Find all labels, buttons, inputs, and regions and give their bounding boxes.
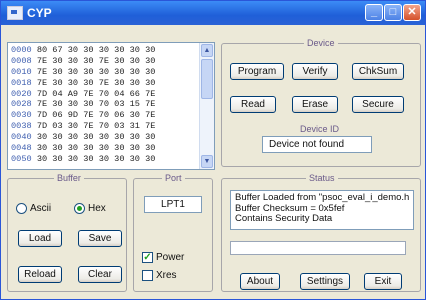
read-button[interactable]: Read	[230, 96, 276, 113]
hex-line: 0050 30 30 30 30 30 30 30 30	[11, 154, 199, 165]
hex-address: 0048	[11, 143, 32, 154]
buffer-group: Buffer Ascii Hex Load Save Reload Clear	[7, 173, 127, 292]
minimize-button[interactable]: _	[365, 4, 383, 21]
save-button[interactable]: Save	[78, 230, 122, 247]
device-group: Device Program Verify ChkSum Read Erase …	[221, 38, 421, 167]
hex-line: 0048 30 30 30 30 30 30 30 30	[11, 143, 199, 154]
hex-label: Hex	[88, 203, 106, 214]
hex-bytes: 30 30 30 30 30 30 30 30	[36, 153, 156, 164]
hex-bytes: 7E 30 30 30 30 30 30 30	[36, 66, 156, 77]
clear-button[interactable]: Clear	[78, 266, 122, 283]
hex-lines: 0000 80 67 30 30 30 30 30 30 0008 7E 30 3…	[11, 45, 199, 165]
hex-line: 0020 7D 04 A9 7E 70 04 66 7E	[11, 89, 199, 100]
hex-bytes: 30 30 30 30 30 30 30 30	[36, 143, 156, 154]
status-legend: Status	[306, 173, 338, 183]
hex-buffer-view[interactable]: 0000 80 67 30 30 30 30 30 30 0008 7E 30 3…	[7, 42, 215, 170]
hex-bytes: 7E 30 30 30 70 03 15 7E	[36, 99, 156, 110]
hex-line: 0028 7E 30 30 30 70 03 15 7E	[11, 99, 199, 110]
xres-checkbox[interactable]	[142, 270, 153, 281]
hex-address: 0010	[11, 66, 32, 77]
hex-scrollbar[interactable]: ▲ ▼	[199, 43, 214, 169]
hex-line: 0018 7E 30 30 30 7E 30 30 30	[11, 78, 199, 89]
hex-line: 0030 7D 06 9D 7E 70 06 30 7E	[11, 110, 199, 121]
status-group: Status Buffer Loaded from "psoc_eval_i_d…	[221, 173, 421, 292]
hex-address: 0030	[11, 110, 32, 121]
status-log[interactable]: Buffer Loaded from "psoc_eval_i_demo.h B…	[230, 190, 414, 230]
buffer-legend: Buffer	[54, 173, 84, 183]
hex-bytes: 7D 04 A9 7E 70 04 66 7E	[36, 88, 156, 99]
port-legend: Port	[162, 173, 185, 183]
title-bar[interactable]: CYP _ □ ✕	[1, 1, 425, 25]
hex-address: 0018	[11, 77, 32, 88]
load-button[interactable]: Load	[18, 230, 62, 247]
hex-address: 0040	[11, 132, 32, 143]
exit-button[interactable]: Exit	[364, 273, 402, 290]
ascii-label: Ascii	[30, 203, 52, 214]
hex-bytes: 7E 30 30 30 7E 30 30 30	[36, 77, 156, 88]
progress-bar	[230, 241, 406, 255]
port-field[interactable]: LPT1	[144, 196, 202, 213]
status-line: Contains Security Data	[235, 213, 333, 224]
checksum-button[interactable]: ChkSum	[352, 63, 404, 80]
verify-button[interactable]: Verify	[292, 63, 338, 80]
hex-address: 0008	[11, 55, 32, 66]
main-window: CYP _ □ ✕ 0000 80 67 30 30 30 30 30 30 00…	[0, 0, 426, 300]
hex-line: 0040 30 30 30 30 30 30 30 30	[11, 132, 199, 143]
about-button[interactable]: About	[240, 273, 280, 290]
hex-bytes: 80 67 30 30 30 30 30 30	[36, 45, 156, 55]
close-button[interactable]: ✕	[403, 4, 421, 21]
hex-bytes: 30 30 30 30 30 30 30 30	[36, 132, 156, 143]
port-group: Port LPT1 ✓ Power Xres	[133, 173, 213, 292]
power-label: Power	[156, 252, 185, 263]
hex-address: 0020	[11, 88, 32, 99]
hex-line: 0000 80 67 30 30 30 30 30 30	[11, 45, 199, 56]
hex-bytes: 7D 03 30 7E 70 03 31 7E	[36, 121, 156, 132]
status-line: Buffer Loaded from "psoc_eval_i_demo.h	[235, 192, 410, 203]
reload-button[interactable]: Reload	[18, 266, 62, 283]
minimize-icon: _	[370, 6, 378, 18]
hex-address: 0028	[11, 99, 32, 110]
close-icon: ✕	[407, 6, 417, 18]
erase-button[interactable]: Erase	[292, 96, 338, 113]
app-icon	[7, 6, 23, 20]
hex-radio[interactable]	[74, 203, 85, 214]
scroll-down-arrow-icon[interactable]: ▼	[201, 155, 213, 168]
hex-address: 0050	[11, 153, 32, 164]
hex-address: 0000	[11, 45, 32, 55]
scroll-thumb[interactable]	[201, 59, 213, 99]
program-button[interactable]: Program	[230, 63, 284, 80]
window-title: CYP	[27, 6, 52, 20]
device-legend: Device	[304, 38, 338, 48]
hex-bytes: 7E 30 30 30 7E 30 30 30	[36, 55, 156, 66]
xres-label: Xres	[156, 270, 177, 281]
power-checkbox[interactable]: ✓	[142, 252, 153, 263]
hex-address: 0038	[11, 121, 32, 132]
device-id-field[interactable]: Device not found	[262, 136, 372, 153]
settings-button[interactable]: Settings	[300, 273, 350, 290]
maximize-icon: □	[389, 6, 397, 18]
hex-line: 0010 7E 30 30 30 30 30 30 30	[11, 67, 199, 78]
ascii-radio[interactable]	[16, 203, 27, 214]
maximize-button[interactable]: □	[384, 4, 402, 21]
hex-bytes: 7D 06 9D 7E 70 06 30 7E	[36, 110, 156, 121]
secure-button[interactable]: Secure	[352, 96, 404, 113]
scroll-up-arrow-icon[interactable]: ▲	[201, 44, 213, 57]
device-id-label: Device ID	[300, 124, 340, 134]
hex-line: 0038 7D 03 30 7E 70 03 31 7E	[11, 121, 199, 132]
hex-line: 0008 7E 30 30 30 7E 30 30 30	[11, 56, 199, 67]
